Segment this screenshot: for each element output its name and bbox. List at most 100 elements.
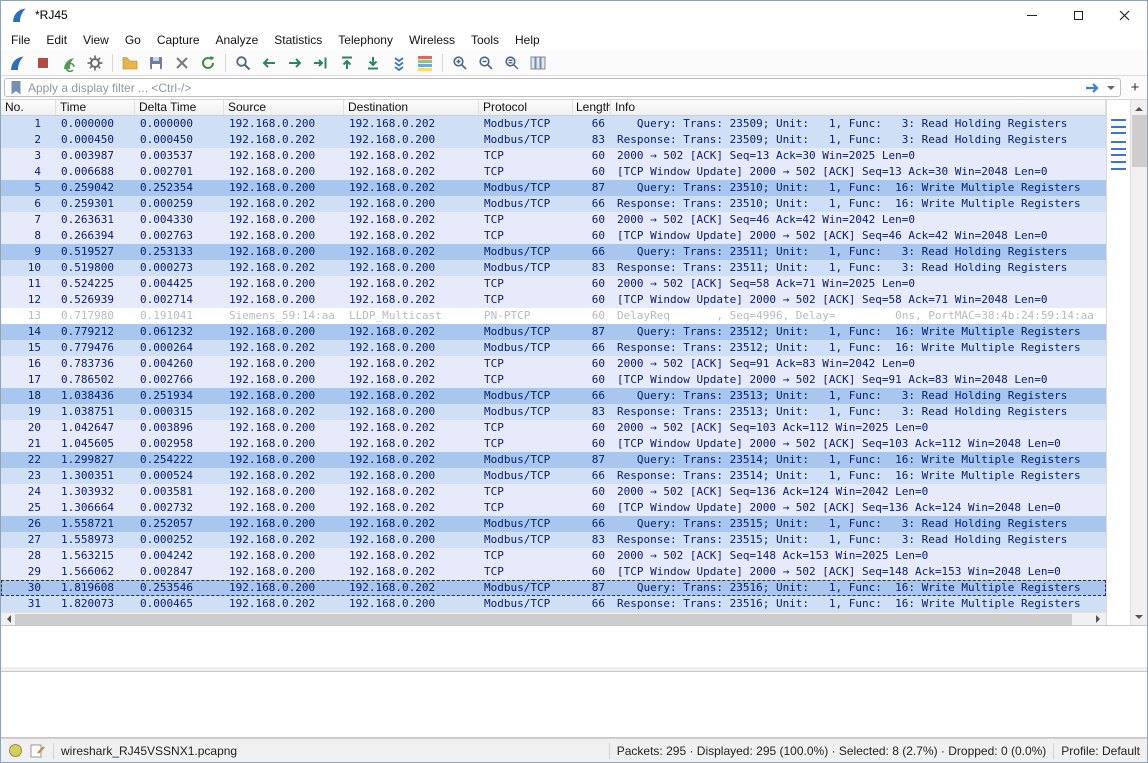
packet-row[interactable]: 26 1.558721 0.252057 192.168.0.200 192.1… <box>1 516 1106 532</box>
packet-row[interactable]: 5 0.259042 0.252354 192.168.0.200 192.16… <box>1 180 1106 196</box>
auto-scroll-icon[interactable] <box>387 52 411 74</box>
packet-row[interactable]: 2 0.000450 0.000450 192.168.0.202 192.16… <box>1 132 1106 148</box>
column-header[interactable]: Destination <box>344 100 479 115</box>
column-header[interactable]: Length <box>573 100 611 115</box>
packet-row[interactable]: 6 0.259301 0.000259 192.168.0.202 192.16… <box>1 196 1106 212</box>
menu-item[interactable]: Help <box>507 30 548 50</box>
horizontal-scroll-thumb[interactable] <box>15 614 1072 625</box>
go-to-top-icon[interactable] <box>335 52 359 74</box>
cell-info: [TCP Window Update] 2000 → 502 [ACK] Seq… <box>611 500 1106 516</box>
scroll-up-icon[interactable] <box>1131 100 1148 115</box>
packet-row[interactable]: 22 1.299827 0.254222 192.168.0.200 192.1… <box>1 452 1106 468</box>
packet-row[interactable]: 10 0.519800 0.000273 192.168.0.202 192.1… <box>1 260 1106 276</box>
add-filter-button[interactable]: + <box>1126 79 1144 96</box>
column-header[interactable]: Protocol <box>479 100 573 115</box>
stop-capture-icon[interactable] <box>31 52 55 74</box>
menu-item[interactable]: Capture <box>149 30 208 50</box>
packet-row[interactable]: 9 0.519527 0.253133 192.168.0.200 192.16… <box>1 244 1106 260</box>
packet-row[interactable]: 19 1.038751 0.000315 192.168.0.202 192.1… <box>1 404 1106 420</box>
maximize-button[interactable] <box>1055 1 1101 29</box>
zoom-out-icon[interactable] <box>474 52 498 74</box>
menu-item[interactable]: Telephony <box>330 30 401 50</box>
packet-row[interactable]: 13 0.717980 0.191041 Siemens_59:14:aa LL… <box>1 308 1106 324</box>
packet-row[interactable]: 20 1.042647 0.003896 192.168.0.200 192.1… <box>1 420 1106 436</box>
minimize-button[interactable] <box>1009 1 1055 29</box>
packet-row[interactable]: 30 1.819608 0.253546 192.168.0.200 192.1… <box>1 580 1106 596</box>
restart-capture-icon[interactable] <box>57 52 81 74</box>
cell-no: 26 <box>1 516 56 532</box>
column-header[interactable]: Source <box>224 100 344 115</box>
close-button[interactable] <box>1101 1 1147 29</box>
menu-item[interactable]: Wireless <box>401 30 463 50</box>
column-header[interactable]: Info <box>611 100 1106 115</box>
packet-row[interactable]: 31 1.820073 0.000465 192.168.0.202 192.1… <box>1 596 1106 612</box>
packet-row[interactable]: 16 0.783736 0.004260 192.168.0.200 192.1… <box>1 356 1106 372</box>
go-to-bottom-icon[interactable] <box>361 52 385 74</box>
cell-protocol: Modbus/TCP <box>479 516 573 532</box>
colorize-packets-icon[interactable] <box>413 52 437 74</box>
capture-options-icon[interactable] <box>83 52 107 74</box>
go-forward-icon[interactable] <box>283 52 307 74</box>
packet-row[interactable]: 21 1.045605 0.002958 192.168.0.200 192.1… <box>1 436 1106 452</box>
packet-row[interactable]: 24 1.303932 0.003581 192.168.0.200 192.1… <box>1 484 1106 500</box>
scroll-left-icon[interactable] <box>1 613 15 625</box>
filter-dropdown-icon[interactable] <box>1107 86 1115 94</box>
packet-row[interactable]: 25 1.306664 0.002732 192.168.0.200 192.1… <box>1 500 1106 516</box>
column-header[interactable]: Delta Time <box>135 100 224 115</box>
cell-source: 192.168.0.200 <box>224 516 344 532</box>
bookmark-icon[interactable] <box>10 80 22 96</box>
vertical-scroll-thumb[interactable] <box>1132 115 1147 167</box>
cell-time: 0.786502 <box>56 372 135 388</box>
menu-item[interactable]: File <box>3 30 38 50</box>
packet-row[interactable]: 17 0.786502 0.002766 192.168.0.200 192.1… <box>1 372 1106 388</box>
column-header[interactable]: Time <box>56 100 135 115</box>
expert-info-icon[interactable] <box>8 743 23 758</box>
packet-row[interactable]: 1 0.000000 0.000000 192.168.0.200 192.16… <box>1 116 1106 132</box>
apply-filter-icon[interactable] <box>1085 81 1101 95</box>
menu-item[interactable]: Edit <box>38 30 75 50</box>
find-packet-icon[interactable] <box>231 52 255 74</box>
save-file-icon[interactable] <box>144 52 168 74</box>
menu-item[interactable]: Go <box>117 30 149 50</box>
start-capture-icon[interactable] <box>5 52 29 74</box>
packet-row[interactable]: 4 0.006688 0.002701 192.168.0.200 192.16… <box>1 164 1106 180</box>
cell-no: 3 <box>1 148 56 164</box>
packet-row[interactable]: 27 1.558973 0.000252 192.168.0.202 192.1… <box>1 532 1106 548</box>
packet-row[interactable]: 7 0.263631 0.004330 192.168.0.200 192.16… <box>1 212 1106 228</box>
display-filter-input[interactable] <box>28 81 1079 95</box>
packet-row[interactable]: 18 1.038436 0.251934 192.168.0.200 192.1… <box>1 388 1106 404</box>
horizontal-scrollbar[interactable] <box>1 612 1106 625</box>
go-to-packet-icon[interactable] <box>309 52 333 74</box>
close-file-icon[interactable] <box>170 52 194 74</box>
menu-item[interactable]: Analyze <box>208 30 267 50</box>
menu-item[interactable]: View <box>75 30 117 50</box>
profile-label[interactable]: Profile: Default <box>1061 744 1140 758</box>
packet-row[interactable]: 12 0.526939 0.002714 192.168.0.200 192.1… <box>1 292 1106 308</box>
column-header[interactable]: No. <box>1 100 56 115</box>
scroll-right-icon[interactable] <box>1092 613 1106 625</box>
packet-row[interactable]: 23 1.300351 0.000524 192.168.0.202 192.1… <box>1 468 1106 484</box>
packet-row[interactable]: 14 0.779212 0.061232 192.168.0.200 192.1… <box>1 324 1106 340</box>
vertical-scrollbar[interactable] <box>1130 100 1147 625</box>
cell-delta-time: 0.252057 <box>135 516 224 532</box>
zoom-in-icon[interactable] <box>448 52 472 74</box>
open-file-icon[interactable] <box>118 52 142 74</box>
menu-item[interactable]: Statistics <box>266 30 330 50</box>
capture-comment-icon[interactable] <box>30 743 46 758</box>
cell-length: 83 <box>573 132 611 148</box>
packet-row[interactable]: 8 0.266394 0.002763 192.168.0.200 192.16… <box>1 228 1106 244</box>
resize-columns-icon[interactable] <box>526 52 550 74</box>
cell-source: 192.168.0.202 <box>224 404 344 420</box>
packet-row[interactable]: 3 0.003987 0.003537 192.168.0.200 192.16… <box>1 148 1106 164</box>
reload-file-icon[interactable] <box>196 52 220 74</box>
packet-row[interactable]: 28 1.563215 0.004242 192.168.0.200 192.1… <box>1 548 1106 564</box>
packet-row[interactable]: 29 1.566062 0.002847 192.168.0.200 192.1… <box>1 564 1106 580</box>
packet-row[interactable]: 15 0.779476 0.000264 192.168.0.202 192.1… <box>1 340 1106 356</box>
menu-item[interactable]: Tools <box>463 30 507 50</box>
zoom-original-icon[interactable] <box>500 52 524 74</box>
scroll-down-icon[interactable] <box>1131 610 1148 625</box>
packet-row[interactable]: 11 0.524225 0.004425 192.168.0.200 192.1… <box>1 276 1106 292</box>
cell-protocol: TCP <box>479 372 573 388</box>
packet-map-scrollbar[interactable] <box>1106 100 1130 625</box>
go-back-icon[interactable] <box>257 52 281 74</box>
